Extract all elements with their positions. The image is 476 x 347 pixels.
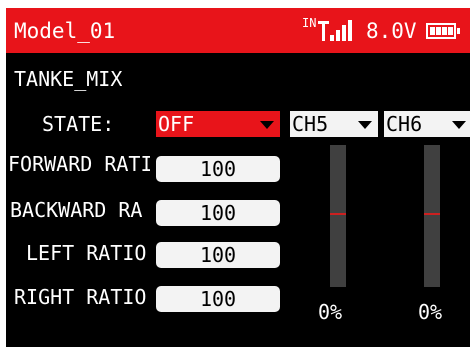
ch5-output-bar: [330, 145, 346, 287]
state-value: OFF: [158, 112, 195, 136]
signal-label: IN: [302, 16, 317, 30]
ch5-center-mark: [330, 213, 346, 215]
ch6-output-bar: [424, 145, 440, 287]
title-bar: Model_01 IN 8.0V: [6, 8, 470, 53]
chevron-down-icon: [260, 121, 274, 129]
battery-voltage: 8.0V: [366, 19, 417, 43]
channel-select-label: CH5: [292, 112, 329, 136]
left-ratio-field[interactable]: 100: [156, 242, 280, 268]
chevron-down-icon: [452, 121, 466, 129]
backward-ratio-field[interactable]: 100: [156, 200, 280, 226]
channel-select-left[interactable]: CH5: [290, 111, 378, 137]
signal-indicator: IN: [302, 16, 362, 44]
state-dropdown[interactable]: OFF: [156, 111, 280, 137]
ch6-percent: 0%: [418, 300, 443, 324]
screen-title: TANKE_MIX: [14, 67, 123, 91]
right-ratio-label: RIGHT RATIO: [14, 285, 147, 309]
chevron-down-icon: [358, 121, 372, 129]
transmitter-screen: Model_01 IN 8.0V TANKE_MIX STATE: OFF CH…: [6, 8, 470, 347]
right-ratio-field[interactable]: 100: [156, 286, 280, 312]
left-ratio-label: LEFT RATIO: [26, 241, 147, 265]
state-label: STATE:: [42, 112, 115, 136]
forward-ratio-field[interactable]: 100: [156, 156, 280, 182]
forward-ratio-label: FORWARD RATI: [8, 152, 150, 176]
battery-icon: [426, 23, 460, 39]
backward-ratio-label: BACKWARD RA: [10, 198, 143, 222]
model-name[interactable]: Model_01: [14, 17, 115, 45]
ch5-percent: 0%: [318, 300, 343, 324]
channel-select-label: CH6: [386, 112, 423, 136]
channel-select-right[interactable]: CH6: [384, 111, 470, 137]
antenna-signal-icon: [318, 20, 352, 41]
ch6-center-mark: [424, 213, 440, 215]
